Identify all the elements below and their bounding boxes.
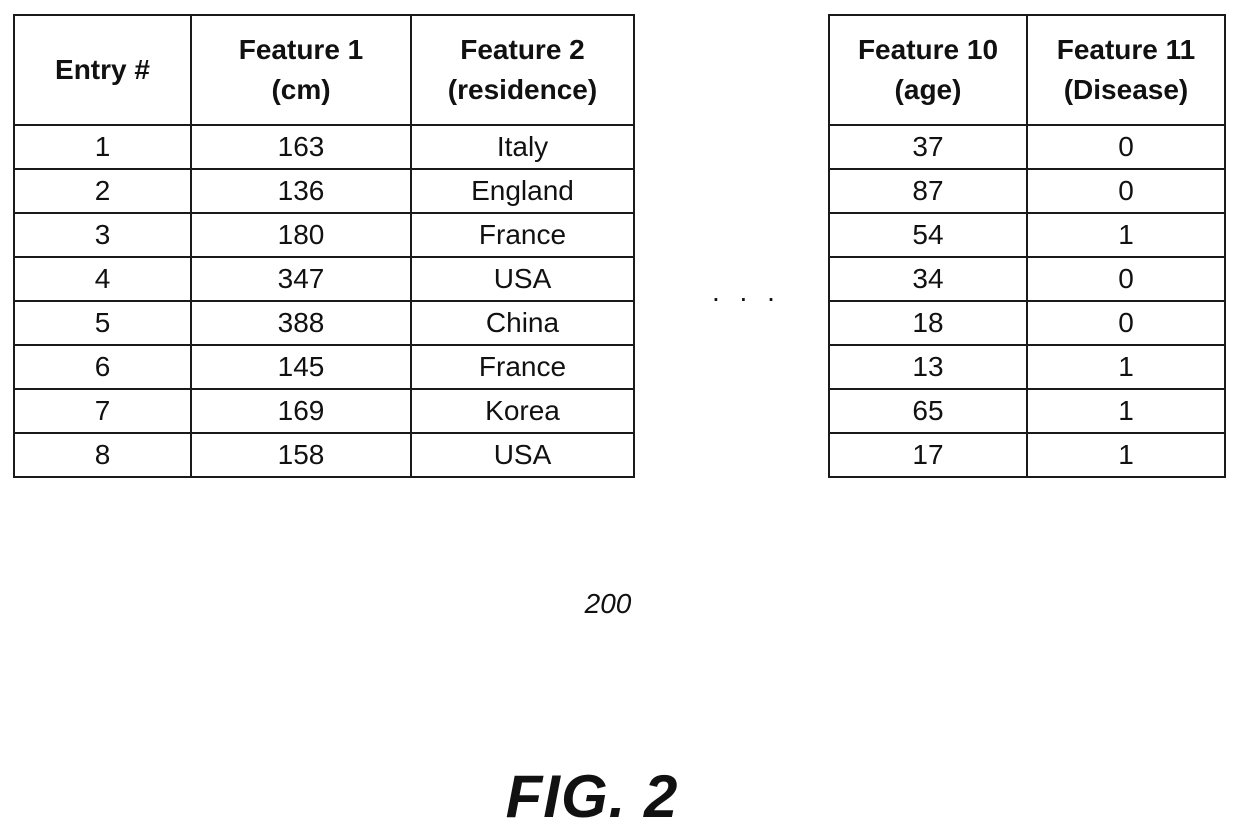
table-row: 87 0 <box>828 168 1226 214</box>
cell-entry-number: 2 <box>13 168 192 214</box>
cell-feature-10: 65 <box>828 388 1028 434</box>
column-ellipsis: . . . <box>712 276 781 307</box>
table-row: 17 1 <box>828 432 1226 478</box>
cell-feature-11: 1 <box>1026 344 1226 390</box>
cell-feature-11: 1 <box>1026 432 1226 478</box>
cell-feature-10: 18 <box>828 300 1028 346</box>
cell-feature-2: USA <box>410 432 635 478</box>
cell-feature-1: 145 <box>190 344 412 390</box>
header-entry-number: Entry # <box>13 14 192 126</box>
cell-feature-11: 0 <box>1026 256 1226 302</box>
figure-caption: FIG. 2 <box>505 763 679 830</box>
cell-feature-10: 34 <box>828 256 1028 302</box>
cell-feature-2: Korea <box>410 388 635 434</box>
left-feature-table: Entry # Feature 1 (cm) Feature 2 (reside… <box>13 14 635 478</box>
cell-feature-1: 388 <box>190 300 412 346</box>
cell-feature-10: 17 <box>828 432 1028 478</box>
cell-feature-1: 347 <box>190 256 412 302</box>
cell-entry-number: 6 <box>13 344 192 390</box>
cell-feature-2: USA <box>410 256 635 302</box>
cell-feature-11: 0 <box>1026 168 1226 214</box>
cell-feature-11: 0 <box>1026 124 1226 170</box>
header-row: Feature 10 (age) Feature 11 (Disease) <box>828 14 1226 126</box>
cell-feature-2: France <box>410 344 635 390</box>
header-feature-2: Feature 2 (residence) <box>410 14 635 126</box>
cell-entry-number: 3 <box>13 212 192 258</box>
header-feature-10: Feature 10 (age) <box>828 14 1028 126</box>
cell-feature-10: 13 <box>828 344 1028 390</box>
cell-entry-number: 4 <box>13 256 192 302</box>
cell-feature-11: 0 <box>1026 300 1226 346</box>
table-row: 6 145 France <box>13 344 635 390</box>
table-row: 37 0 <box>828 124 1226 170</box>
cell-entry-number: 8 <box>13 432 192 478</box>
cell-feature-2: England <box>410 168 635 214</box>
header-row: Entry # Feature 1 (cm) Feature 2 (reside… <box>13 14 635 126</box>
table-row: 4 347 USA <box>13 256 635 302</box>
table-row: 8 158 USA <box>13 432 635 478</box>
cell-feature-1: 136 <box>190 168 412 214</box>
right-feature-table: Feature 10 (age) Feature 11 (Disease) 37… <box>828 14 1226 478</box>
cell-feature-10: 87 <box>828 168 1028 214</box>
cell-feature-1: 163 <box>190 124 412 170</box>
table-row: 7 169 Korea <box>13 388 635 434</box>
cell-feature-1: 158 <box>190 432 412 478</box>
table-row: 2 136 England <box>13 168 635 214</box>
table-row: 1 163 Italy <box>13 124 635 170</box>
table-row: 54 1 <box>828 212 1226 258</box>
header-feature-11: Feature 11 (Disease) <box>1026 14 1226 126</box>
table-row: 18 0 <box>828 300 1226 346</box>
reference-numeral: 200 <box>584 588 632 619</box>
table-row: 34 0 <box>828 256 1226 302</box>
cell-feature-2: China <box>410 300 635 346</box>
table-row: 3 180 France <box>13 212 635 258</box>
cell-feature-2: Italy <box>410 124 635 170</box>
cell-feature-10: 37 <box>828 124 1028 170</box>
cell-feature-2: France <box>410 212 635 258</box>
table-row: 5 388 China <box>13 300 635 346</box>
cell-feature-10: 54 <box>828 212 1028 258</box>
header-feature-1: Feature 1 (cm) <box>190 14 412 126</box>
cell-entry-number: 7 <box>13 388 192 434</box>
table-row: 65 1 <box>828 388 1226 434</box>
cell-feature-1: 180 <box>190 212 412 258</box>
cell-entry-number: 1 <box>13 124 192 170</box>
table-row: 13 1 <box>828 344 1226 390</box>
cell-feature-11: 1 <box>1026 212 1226 258</box>
cell-feature-11: 1 <box>1026 388 1226 434</box>
cell-entry-number: 5 <box>13 300 192 346</box>
cell-feature-1: 169 <box>190 388 412 434</box>
